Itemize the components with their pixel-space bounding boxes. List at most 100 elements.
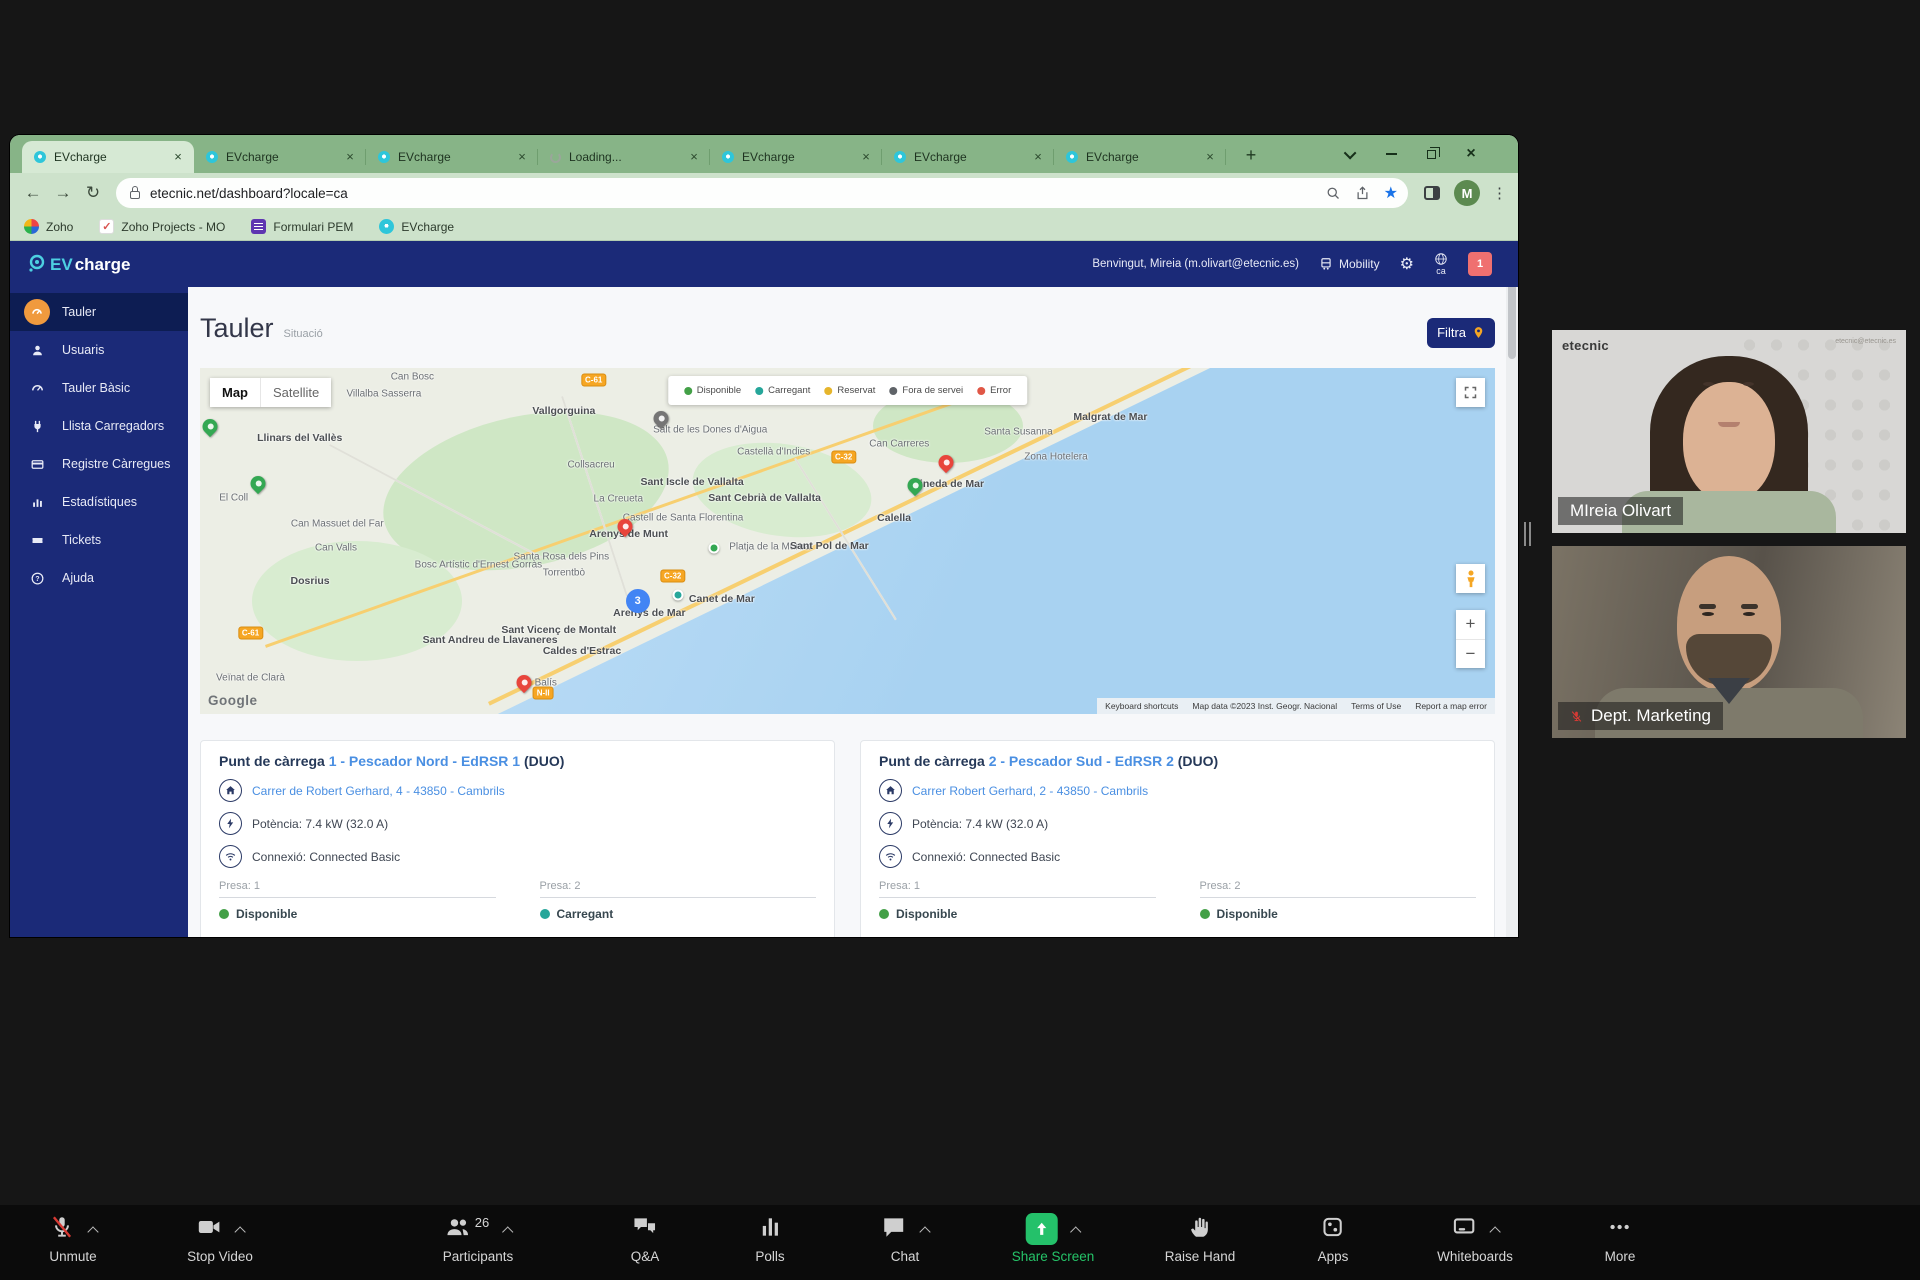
- sidebar-item-ajuda[interactable]: ?Ajuda: [10, 559, 188, 597]
- evcharge-logo[interactable]: EVcharge: [26, 253, 130, 275]
- chevron-up-icon[interactable]: [234, 1226, 245, 1237]
- pegman-icon[interactable]: [1456, 564, 1485, 593]
- tab-close-icon[interactable]: ×: [1202, 149, 1218, 165]
- sidebar-item-registre-c-rregues[interactable]: Registre Càrregues: [10, 445, 188, 483]
- tab-close-icon[interactable]: ×: [858, 149, 874, 165]
- charge-point-link[interactable]: 1 - Pescador Nord - EdRSR 1: [329, 753, 524, 769]
- zoom-toolbar-chat[interactable]: Chat: [881, 1211, 929, 1264]
- address-bar[interactable]: etecnic.net/dashboard?locale=ca ★: [116, 178, 1408, 208]
- map-type-satellite[interactable]: Satellite: [260, 378, 331, 407]
- bookmark-evcharge[interactable]: EVcharge: [379, 219, 454, 234]
- mobility-icon: [1319, 257, 1333, 271]
- map-label: Can Massuet del Far: [291, 519, 384, 530]
- zoom-toolbar-share-screen[interactable]: Share Screen: [1012, 1211, 1095, 1264]
- notification-badge[interactable]: 1: [1468, 252, 1492, 276]
- bookmark-zoho[interactable]: Zoho: [24, 219, 73, 234]
- sidebar-item-llista-carregadors[interactable]: Llista Carregadors: [10, 407, 188, 445]
- presa-1-field[interactable]: Presa: 1: [219, 880, 496, 898]
- map-marker-cluster[interactable]: 3: [626, 589, 650, 613]
- map-marker-pin[interactable]: [248, 473, 269, 494]
- map-label: Castellà d'Indies: [737, 447, 810, 458]
- browser-tab-evcharge[interactable]: EVcharge×: [22, 141, 194, 173]
- tab-close-icon[interactable]: ×: [514, 149, 530, 165]
- zoom-toolbar-q-a[interactable]: Q&A: [631, 1211, 660, 1264]
- bookmark-formulari-pem[interactable]: Formulari PEM: [251, 219, 353, 234]
- map-marker-pin[interactable]: [200, 416, 221, 437]
- chevron-up-icon[interactable]: [87, 1226, 98, 1237]
- zoom-page-icon[interactable]: [1326, 186, 1341, 201]
- tab-close-icon[interactable]: ×: [170, 149, 186, 165]
- chevron-up-icon[interactable]: [502, 1226, 513, 1237]
- close-button[interactable]: ×: [1451, 135, 1491, 173]
- minimize-button[interactable]: [1371, 135, 1411, 173]
- zoom-out-button[interactable]: −: [1456, 640, 1485, 669]
- page-scrollbar[interactable]: ▲: [1506, 241, 1518, 937]
- chevron-up-icon[interactable]: [1489, 1226, 1500, 1237]
- map-marker-dot[interactable]: [709, 542, 720, 553]
- zoom-toolbar-raise-hand[interactable]: Raise Hand: [1165, 1211, 1236, 1264]
- filter-button[interactable]: Filtra: [1427, 318, 1495, 348]
- bookmark-zoho-projects-mo[interactable]: ✓Zoho Projects - MO: [99, 219, 225, 234]
- map-marker-dot[interactable]: [672, 589, 683, 600]
- presa-2-field[interactable]: Presa: 2: [540, 880, 817, 898]
- chevron-up-icon[interactable]: [919, 1226, 930, 1237]
- sidebar-item-estad-stiques[interactable]: Estadístiques: [10, 483, 188, 521]
- sidebar-item-tickets[interactable]: Tickets: [10, 521, 188, 559]
- sidebar-item-tauler[interactable]: Tauler: [10, 293, 188, 331]
- zoom-toolbar-more[interactable]: More: [1605, 1211, 1636, 1264]
- presa-2-field[interactable]: Presa: 2: [1200, 880, 1477, 898]
- address-link[interactable]: Carrer Robert Gerhard, 2 - 43850 - Cambr…: [912, 784, 1148, 798]
- google-logo[interactable]: Google: [208, 693, 258, 708]
- mobility-link[interactable]: Mobility: [1319, 257, 1380, 271]
- share-page-icon[interactable]: [1355, 186, 1370, 201]
- zoom-toolbar-polls[interactable]: Polls: [755, 1211, 784, 1264]
- charge-point-link[interactable]: 2 - Pescador Sud - EdRSR 2: [989, 753, 1178, 769]
- map-label: Dosrius: [291, 575, 330, 587]
- bookmark-star-icon[interactable]: ★: [1384, 183, 1398, 203]
- browser-tab-evcharge[interactable]: EVcharge×: [882, 141, 1054, 173]
- new-tab-button[interactable]: +: [1238, 143, 1264, 169]
- zoom-toolbar-whiteboards[interactable]: Whiteboards: [1437, 1211, 1513, 1264]
- url-text[interactable]: etecnic.net/dashboard?locale=ca: [150, 186, 1312, 201]
- browser-tab-loading[interactable]: Loading...×: [538, 141, 710, 173]
- tab-close-icon[interactable]: ×: [342, 149, 358, 165]
- settings-gear-icon[interactable]: ⚙: [1400, 254, 1414, 274]
- tab-close-icon[interactable]: ×: [1030, 149, 1046, 165]
- browser-tab-evcharge[interactable]: EVcharge×: [194, 141, 366, 173]
- restore-button[interactable]: [1411, 135, 1451, 173]
- tab-search-icon[interactable]: [1331, 135, 1371, 173]
- zoom-toolbar-stop-video[interactable]: Stop Video: [187, 1211, 253, 1264]
- share-splitter-handle[interactable]: [1524, 522, 1531, 546]
- map-label: Santa Susanna: [984, 427, 1052, 438]
- zoom-toolbar-participants[interactable]: 26Participants: [443, 1211, 514, 1264]
- chevron-up-icon[interactable]: [1070, 1226, 1081, 1237]
- sidebar-item-usuaris[interactable]: Usuaris: [10, 331, 188, 369]
- presa-1-field[interactable]: Presa: 1: [879, 880, 1156, 898]
- forward-button[interactable]: →: [48, 183, 78, 203]
- browser-tab-evcharge[interactable]: EVcharge×: [366, 141, 538, 173]
- tab-close-icon[interactable]: ×: [686, 149, 702, 165]
- back-button[interactable]: ←: [18, 183, 48, 203]
- zoom-toolbar-apps[interactable]: Apps: [1318, 1211, 1349, 1264]
- address-link[interactable]: Carrer de Robert Gerhard, 4 - 43850 - Ca…: [252, 784, 505, 798]
- participant-video-marketing[interactable]: Dept. Marketing: [1552, 546, 1906, 738]
- zoom-in-button[interactable]: +: [1456, 610, 1485, 640]
- reload-button[interactable]: ↻: [78, 183, 108, 203]
- google-map[interactable]: Can BoscVillalba SasserraVallgorguinaSal…: [200, 368, 1495, 714]
- side-panel-icon[interactable]: [1424, 186, 1440, 200]
- language-selector[interactable]: ca: [1434, 252, 1448, 276]
- browser-tab-evcharge[interactable]: EVcharge×: [710, 141, 882, 173]
- participant-video-mireia[interactable]: etecnic etecnic@etecnic.es MIreia Olivar…: [1552, 330, 1906, 533]
- terms-of-use-link[interactable]: Terms of Use: [1351, 701, 1401, 711]
- map-type-map[interactable]: Map: [210, 378, 260, 407]
- browser-tab-evcharge[interactable]: EVcharge×: [1054, 141, 1226, 173]
- fullscreen-icon[interactable]: [1456, 378, 1485, 407]
- road-shield: C-61: [581, 374, 606, 387]
- keyboard-shortcuts-link[interactable]: Keyboard shortcuts: [1105, 701, 1178, 711]
- zoom-toolbar-unmute[interactable]: Unmute: [49, 1211, 97, 1264]
- report-a-map-error-link[interactable]: Report a map error: [1415, 701, 1487, 711]
- sidebar-item-tauler-b-sic[interactable]: Tauler Bàsic: [10, 369, 188, 407]
- browser-menu-icon[interactable]: ⋮: [1492, 184, 1507, 202]
- profile-avatar[interactable]: M: [1454, 180, 1480, 206]
- more-icon: [1607, 1214, 1633, 1245]
